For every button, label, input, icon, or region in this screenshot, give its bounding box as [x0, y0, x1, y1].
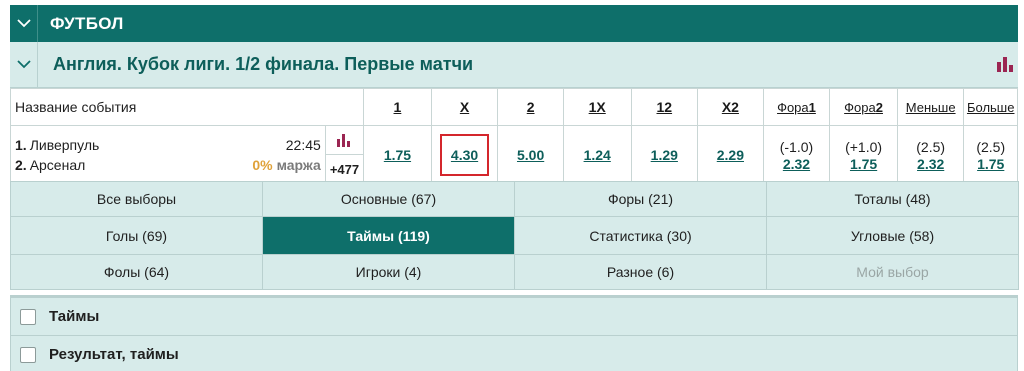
column-header-under[interactable]: Меньше	[896, 88, 965, 126]
tab-goals[interactable]: Голы (69)	[10, 216, 263, 255]
odd-value-x[interactable]: 4.30	[451, 147, 478, 163]
event-extras: +477	[324, 125, 365, 185]
team1-name: Ливерпуль	[29, 137, 100, 153]
column-header-fora2[interactable]: Фора2	[829, 88, 898, 126]
odd-value-over[interactable]: 1.75	[977, 156, 1004, 172]
league-header[interactable]: Англия. Кубок лиги. 1/2 финала. Первые м…	[10, 41, 1018, 88]
odd-cell-1[interactable]: 1.75	[363, 125, 432, 185]
sport-header[interactable]: ФУТБОЛ	[10, 5, 1018, 42]
odds-header-row: Название события 1 X 2 1X 12 X2 Фора1 Фо…	[9, 88, 1018, 126]
odd-cell-x[interactable]: 4.30	[430, 125, 499, 185]
event-time: 22:45	[285, 137, 321, 153]
more-bets-button[interactable]: +477	[326, 155, 363, 184]
odd-cell-x2[interactable]: 2.29	[697, 125, 764, 185]
chevron-down-icon[interactable]	[10, 41, 38, 88]
team2-number: 2.	[15, 157, 27, 173]
under-line: (2.5)	[916, 138, 946, 155]
chevron-down-icon[interactable]	[10, 5, 38, 42]
tab-handicaps[interactable]: Форы (21)	[514, 181, 767, 217]
team2-name: Арсенал	[29, 157, 86, 173]
odd-value-12[interactable]: 1.29	[651, 147, 678, 163]
tab-my-choice[interactable]: Мой выбор	[766, 254, 1019, 290]
event-name-header: Название события	[9, 88, 365, 126]
margin-label: маржа	[276, 157, 321, 173]
group-label: Результат, таймы	[49, 346, 179, 363]
tab-all[interactable]: Все выборы	[10, 181, 263, 217]
odd-cell-1x[interactable]: 1.24	[562, 125, 632, 185]
betting-panel: ФУТБОЛ Англия. Кубок лиги. 1/2 финала. П…	[9, 5, 1019, 371]
tab-players[interactable]: Игроки (4)	[262, 254, 515, 290]
over-line: (2.5)	[976, 138, 1006, 155]
column-header-12[interactable]: 12	[630, 88, 699, 126]
tab-main[interactable]: Основные (67)	[262, 181, 515, 217]
market-filter-tabs: Все выборы Основные (67) Форы (21) Тотал…	[10, 181, 1019, 290]
column-header-fora1[interactable]: Фора1	[762, 88, 831, 126]
group-label: Таймы	[49, 308, 100, 325]
odd-cell-over[interactable]: (2.5) 1.75	[963, 125, 1018, 185]
margin-percent: 0%	[252, 157, 273, 173]
odd-cell-fora1[interactable]: (-1.0) 2.32	[762, 125, 831, 185]
selected-odd-highlight[interactable]: 4.30	[439, 134, 490, 176]
tab-fouls[interactable]: Фолы (64)	[10, 254, 263, 290]
tab-halves[interactable]: Таймы (119)	[262, 216, 515, 255]
tab-misc[interactable]: Разное (6)	[514, 254, 767, 290]
odd-value-fora2[interactable]: 1.75	[850, 156, 877, 172]
column-header-1[interactable]: 1	[363, 88, 432, 126]
bar-chart-icon[interactable]	[325, 126, 364, 155]
fora1-line: (-1.0)	[779, 138, 814, 155]
tab-totals[interactable]: Тоталы (48)	[766, 181, 1019, 217]
group-result-halves[interactable]: Результат, таймы	[11, 335, 1017, 371]
odd-value-fora1[interactable]: 2.32	[783, 156, 810, 172]
event-row: 1. Ливерпуль 22:45 2. Арсенал 0% маржа +…	[10, 125, 1018, 185]
column-header-2[interactable]: 2	[497, 88, 564, 126]
group-halves[interactable]: Таймы	[11, 295, 1017, 335]
column-header-x2[interactable]: X2	[697, 88, 764, 126]
group-checkbox[interactable]	[20, 346, 36, 363]
odd-cell-under[interactable]: (2.5) 2.32	[896, 125, 965, 185]
team1-number: 1.	[15, 137, 27, 153]
odd-value-x2[interactable]: 2.29	[717, 147, 744, 163]
odds-table: Название события 1 X 2 1X 12 X2 Фора1 Фо…	[9, 88, 1018, 185]
odd-cell-2[interactable]: 5.00	[497, 125, 564, 185]
odd-cell-fora2[interactable]: (+1.0) 1.75	[829, 125, 898, 185]
fora2-line: (+1.0)	[845, 138, 883, 155]
league-title: Англия. Кубок лиги. 1/2 финала. Первые м…	[53, 54, 474, 74]
column-header-x[interactable]: X	[430, 88, 499, 126]
odd-value-2[interactable]: 5.00	[517, 147, 544, 163]
group-checkbox[interactable]	[20, 308, 36, 325]
tab-statistics[interactable]: Статистика (30)	[514, 216, 767, 255]
tab-corners[interactable]: Угловые (58)	[766, 216, 1019, 255]
odd-value-1[interactable]: 1.75	[384, 147, 411, 163]
odd-value-1x[interactable]: 1.24	[584, 147, 611, 163]
column-header-1x[interactable]: 1X	[562, 88, 632, 126]
odd-cell-12[interactable]: 1.29	[630, 125, 699, 185]
column-header-over[interactable]: Больше	[963, 88, 1018, 126]
odd-value-under[interactable]: 2.32	[917, 156, 944, 172]
bar-chart-icon[interactable]	[996, 56, 1014, 72]
sport-title: ФУТБОЛ	[50, 13, 124, 33]
event-info[interactable]: 1. Ливерпуль 22:45 2. Арсенал 0% маржа	[10, 125, 326, 185]
market-groups: Таймы Результат, таймы	[10, 295, 1018, 371]
